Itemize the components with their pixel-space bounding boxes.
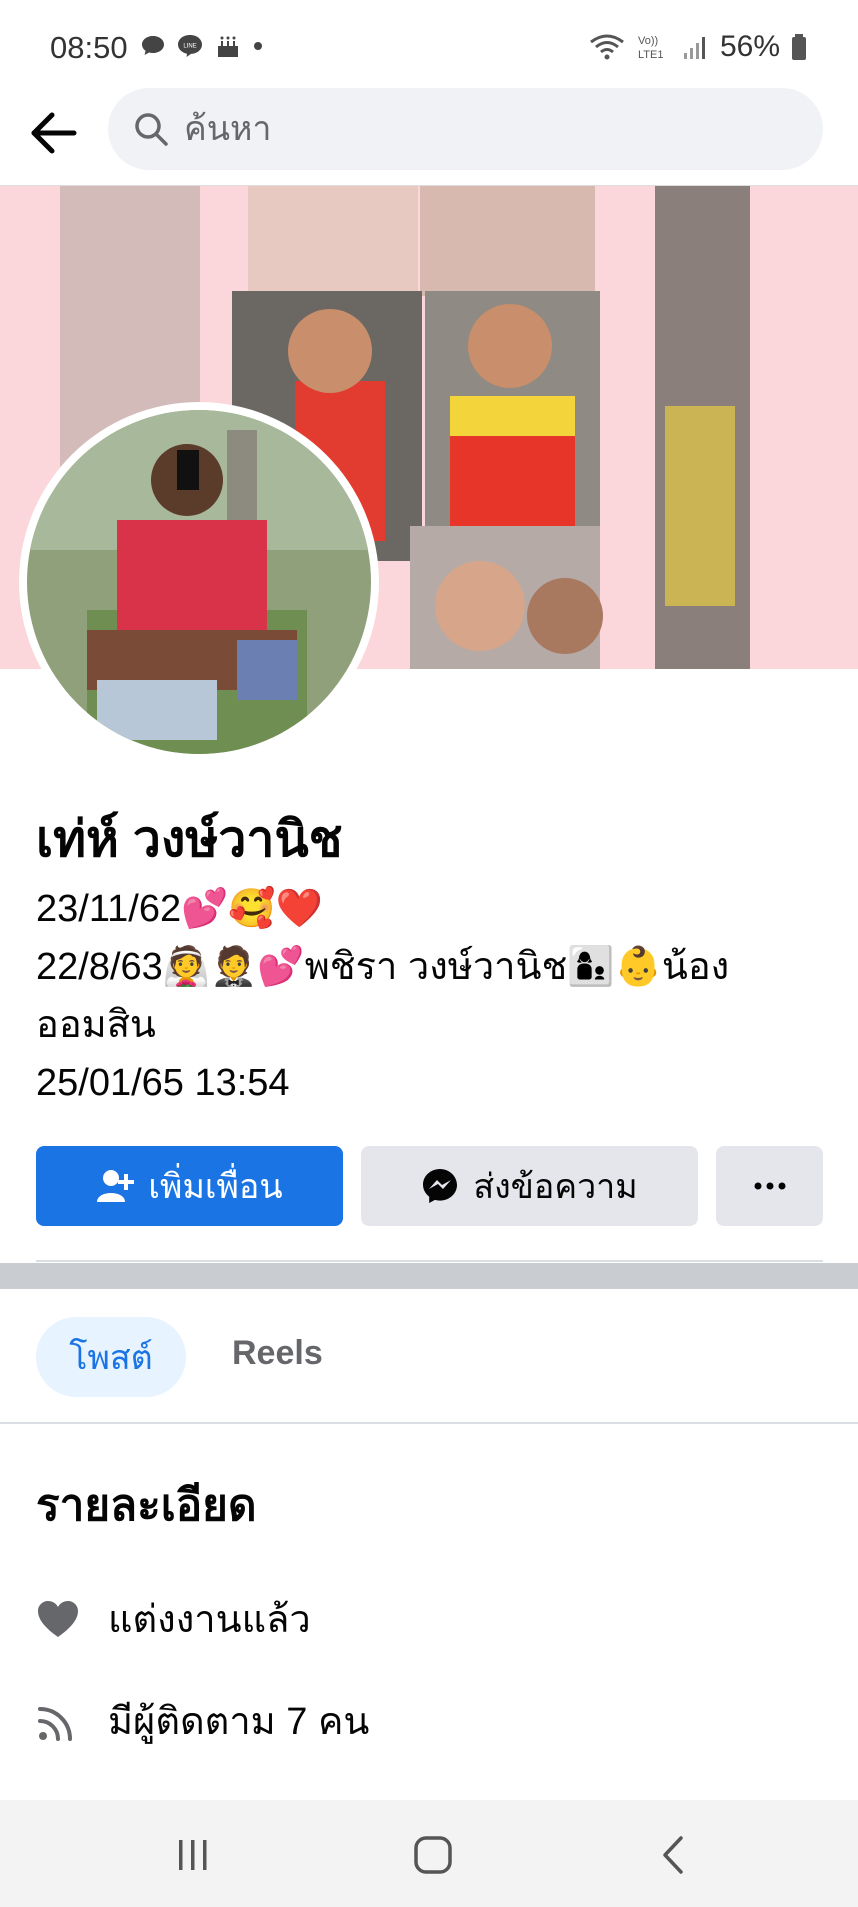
search-input[interactable]	[184, 109, 704, 149]
status-bar: 08:50 LINE Vo)) LTE1 56%	[0, 0, 858, 92]
tab-reels[interactable]: Reels	[232, 1334, 323, 1373]
detail-relationship: แต่งงานแล้ว	[36, 1588, 311, 1649]
profile-bio: 23/11/62💕🥰❤️ 22/8/63👰🤵💕พชิรา วงษ์วานิช👩‍…	[36, 880, 826, 1112]
signal-icon	[683, 37, 705, 59]
chevron-left-icon	[663, 1836, 683, 1874]
bio-line: 23/11/62💕🥰❤️	[36, 888, 324, 930]
notification-icons: LINE	[140, 32, 264, 60]
battery-percent: 56%	[719, 30, 780, 63]
bio-line: 25/01/65 13:54	[36, 1062, 290, 1104]
avatar-image	[27, 410, 371, 754]
add-friend-label: เพิ่มเพื่อน	[148, 1168, 283, 1206]
relationship-status: แต่งงานแล้ว	[108, 1599, 311, 1641]
system-nav-bar	[0, 1800, 858, 1907]
bio-line: 22/8/63👰🤵💕พชิรา วงษ์วานิช👩‍👦👶น้อง	[36, 946, 730, 988]
add-friend-button[interactable]: เพิ่มเพื่อน	[36, 1146, 343, 1226]
followers-count: มีผู้ติดตาม 7 คน	[108, 1701, 370, 1743]
svg-text:LINE: LINE	[183, 44, 196, 50]
heart-icon	[38, 1600, 78, 1637]
svg-text:LTE1: LTE1	[638, 49, 663, 61]
message-button[interactable]: ส่งข้อความ	[361, 1146, 698, 1226]
profile-avatar[interactable]	[19, 402, 379, 762]
wifi-icon	[590, 34, 624, 60]
messenger-icon	[423, 1169, 458, 1203]
svg-text:Vo)): Vo))	[638, 35, 658, 47]
more-dots-icon	[754, 1182, 785, 1190]
home-button[interactable]	[403, 1828, 463, 1882]
details-heading: รายละเอียด	[36, 1481, 257, 1530]
status-right: Vo)) LTE1 56%	[588, 30, 808, 64]
home-icon	[414, 1836, 452, 1874]
line-app-icon: LINE	[178, 35, 202, 57]
section-separator	[0, 1263, 858, 1289]
add-friend-icon	[97, 1170, 135, 1202]
dot-icon	[254, 42, 262, 50]
chat-bubble-icon	[142, 36, 164, 55]
recent-apps-icon	[179, 1840, 207, 1870]
battery-icon	[792, 34, 806, 60]
tab-posts[interactable]: โพสต์	[36, 1317, 186, 1397]
detail-partial-row	[108, 1782, 708, 1800]
status-time: 08:50	[50, 30, 128, 65]
divider	[36, 1260, 823, 1262]
profile-actions: เพิ่มเพื่อน ส่งข้อความ	[36, 1146, 823, 1226]
more-options-button[interactable]	[716, 1146, 823, 1226]
rss-feed-icon	[38, 1706, 72, 1741]
profile-name: เท่ห์ วงษ์วานิช	[36, 811, 343, 867]
back-arrow-icon	[31, 112, 77, 154]
search-icon	[135, 113, 168, 146]
recent-apps-button[interactable]	[163, 1828, 223, 1882]
message-label: ส่งข้อความ	[473, 1168, 638, 1206]
top-bar	[0, 85, 858, 185]
birthday-cake-icon	[218, 36, 238, 57]
detail-followers[interactable]: มีผู้ติดตาม 7 คน	[36, 1690, 369, 1751]
search-bar[interactable]	[108, 88, 823, 170]
volte-icon: Vo)) LTE1	[638, 35, 663, 61]
back-button[interactable]	[26, 105, 82, 161]
profile-tabs: โพสต์ Reels	[0, 1289, 858, 1424]
system-back-button[interactable]	[643, 1828, 703, 1882]
bio-line: ออมสิน	[36, 1004, 156, 1046]
